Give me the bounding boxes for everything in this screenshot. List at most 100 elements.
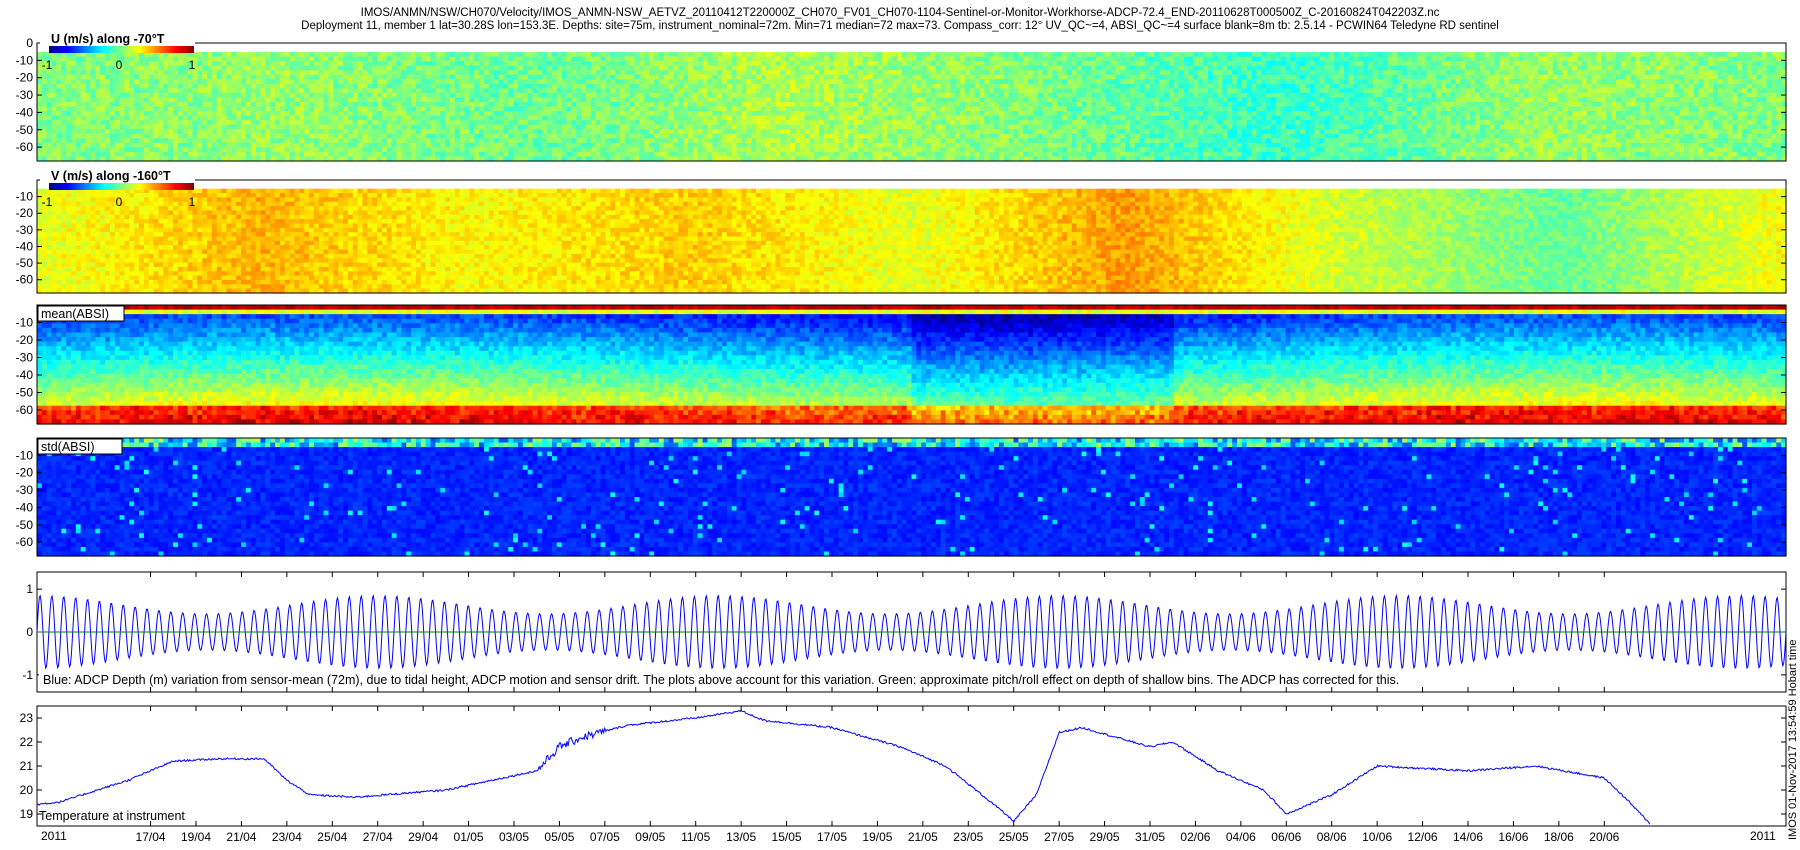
heat-cell — [780, 57, 785, 62]
heat-cell — [144, 84, 149, 89]
heat-cell — [465, 134, 470, 139]
heat-cell — [56, 129, 61, 134]
heat-cell — [499, 138, 504, 143]
heat-cell — [377, 61, 382, 66]
heat-cell — [649, 93, 654, 98]
heat-cell — [542, 61, 547, 66]
heat-cell — [649, 75, 654, 80]
heat-cell — [834, 84, 839, 89]
heat-cell — [795, 88, 800, 93]
heat-cell — [465, 75, 470, 80]
heat-cell — [581, 88, 586, 93]
heat-cell — [610, 93, 615, 98]
heat-cell — [120, 116, 125, 121]
heat-cell — [42, 143, 47, 148]
heat-cell — [397, 134, 402, 139]
heat-cell — [363, 116, 368, 121]
heat-cell — [673, 143, 678, 148]
heat-cell — [761, 120, 766, 125]
heat-cell — [843, 152, 848, 157]
heat-cell — [868, 61, 873, 66]
heat-cell — [290, 75, 295, 80]
heat-cell — [892, 125, 897, 130]
heat-cell — [294, 93, 299, 98]
heat-cell — [596, 147, 601, 152]
heat-cell — [523, 79, 528, 84]
heat-cell — [853, 120, 858, 125]
heat-cell — [863, 88, 868, 93]
heat-cell — [71, 93, 76, 98]
heat-cell — [474, 116, 479, 121]
heat-cell — [309, 111, 314, 116]
heat-cell — [134, 107, 139, 112]
heat-cell — [688, 79, 693, 84]
heat-cell — [756, 125, 761, 130]
heat-cell — [693, 61, 698, 66]
heat-cell — [377, 147, 382, 152]
heat-cell — [124, 138, 129, 143]
heat-cell — [615, 129, 620, 134]
heat-cell — [533, 152, 538, 157]
heat-cell — [343, 111, 348, 116]
heat-cell — [732, 111, 737, 116]
heat-cell — [746, 129, 751, 134]
heat-cell — [392, 70, 397, 75]
heat-cell — [363, 79, 368, 84]
heat-cell — [605, 102, 610, 107]
heat-cell — [746, 138, 751, 143]
heat-cell — [615, 107, 620, 112]
heat-cell — [294, 84, 299, 89]
heat-cell — [120, 129, 125, 134]
heat-cell — [863, 61, 868, 66]
heat-cell — [751, 129, 756, 134]
heat-cell — [406, 66, 411, 71]
heat-cell — [212, 66, 217, 71]
heat-cell — [669, 97, 674, 102]
heat-cell — [324, 84, 329, 89]
heat-cell — [329, 107, 334, 112]
heat-cell — [528, 57, 533, 62]
heat-cell — [76, 88, 81, 93]
heat-cell — [241, 70, 246, 75]
heat-cell — [236, 147, 241, 152]
heat-cell — [324, 102, 329, 107]
heat-cell — [309, 57, 314, 62]
heat-cell — [809, 84, 814, 89]
heat-cell — [367, 134, 372, 139]
heat-cell — [537, 134, 542, 139]
heat-cell — [207, 152, 212, 157]
heat-cell — [785, 102, 790, 107]
heat-cell — [673, 107, 678, 112]
heat-cell — [737, 79, 742, 84]
heat-cell — [76, 79, 81, 84]
heat-cell — [727, 84, 732, 89]
heat-cell — [843, 61, 848, 66]
heat-cell — [717, 125, 722, 130]
heat-cell — [338, 93, 343, 98]
heat-cell — [397, 120, 402, 125]
heat-cell — [207, 52, 212, 57]
heat-cell — [285, 84, 290, 89]
heat-cell — [790, 84, 795, 89]
heat-cell — [576, 102, 581, 107]
heat-cell — [183, 66, 188, 71]
heat-cell — [664, 120, 669, 125]
heat-cell — [741, 102, 746, 107]
heat-cell — [882, 93, 887, 98]
heat-cell — [367, 93, 372, 98]
heat-cell — [557, 111, 562, 116]
heat-cell — [309, 116, 314, 121]
heat-cell — [499, 75, 504, 80]
heat-cell — [581, 147, 586, 152]
heat-cell — [416, 52, 421, 57]
heat-cell — [615, 61, 620, 66]
heat-cell — [212, 129, 217, 134]
heat-cell — [596, 79, 601, 84]
heat-cell — [499, 116, 504, 121]
heat-cell — [533, 93, 538, 98]
heat-cell — [202, 97, 207, 102]
heat-cell — [338, 111, 343, 116]
heat-cell — [294, 102, 299, 107]
heat-cell — [280, 120, 285, 125]
heat-cell — [246, 84, 251, 89]
